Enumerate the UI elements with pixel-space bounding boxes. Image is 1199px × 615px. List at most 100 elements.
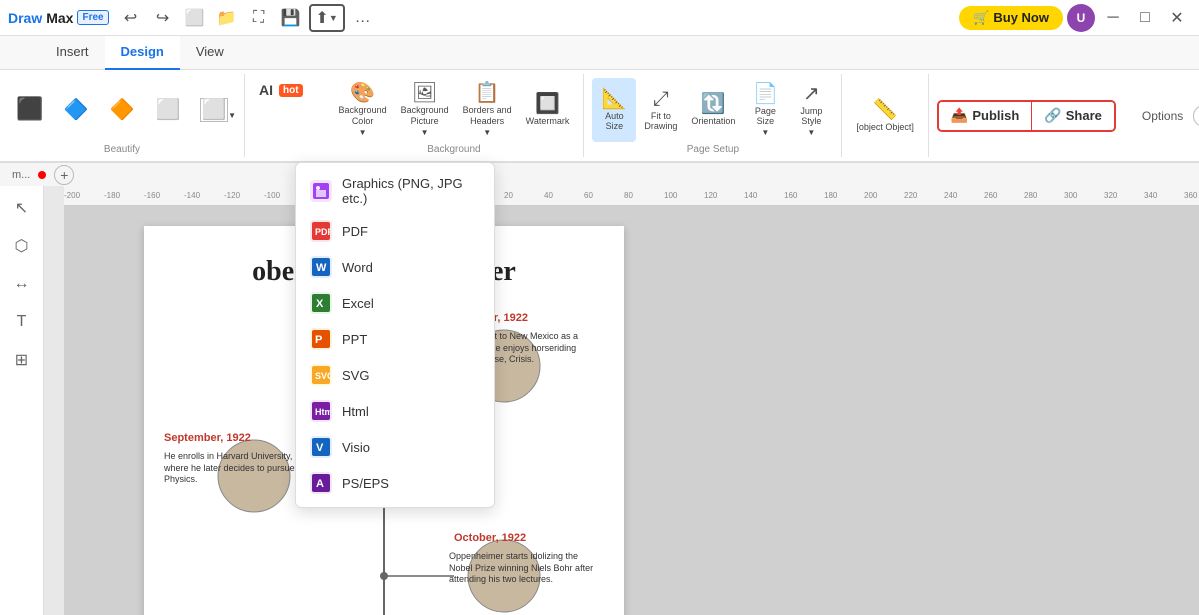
tab-insert[interactable]: Insert	[40, 36, 105, 70]
ribbon: ⬛ 🔷 🔶 ⬜ ⬜ ▼ Beautify AI hot	[0, 70, 1199, 162]
svg-text:PDF: PDF	[315, 227, 330, 237]
file-name: m...	[12, 169, 30, 181]
export-ppt-item[interactable]: P PPT	[296, 321, 494, 357]
open-icon[interactable]: 📁	[213, 4, 241, 32]
export-button[interactable]: ⬆ ▼	[309, 4, 345, 32]
excel-icon: X	[310, 292, 332, 314]
page-size-label: PageSize	[755, 106, 776, 126]
share-button[interactable]: 🔗 Share	[1032, 102, 1114, 130]
unit-icon: 📏	[873, 100, 898, 120]
orientation-label: Orientation	[691, 116, 735, 126]
auto-size-btn[interactable]: 📐 AutoSize	[592, 78, 636, 142]
ruler-num: 360	[1184, 191, 1197, 200]
page-size-dropdown: ▼	[761, 128, 769, 137]
fullscreen-icon[interactable]: ⛶	[245, 4, 273, 32]
ppt-icon: P	[310, 328, 332, 350]
cart-icon: 🛒	[973, 10, 989, 26]
svg-text:A: A	[316, 478, 324, 490]
restore-icon[interactable]: □	[1131, 4, 1159, 32]
share-label: Share	[1066, 108, 1102, 123]
sidebar-text-icon[interactable]: T	[4, 304, 40, 340]
sidebar-connector-icon[interactable]: ↔	[4, 266, 40, 302]
export-graphics-item[interactable]: Graphics (PNG, JPG etc.)	[296, 169, 494, 213]
background-color-btn[interactable]: 🎨 BackgroundColor ▼	[333, 78, 393, 142]
background-picture-icon: 🖼	[412, 83, 437, 103]
ruler-num: 320	[1104, 191, 1117, 200]
export-svg-item[interactable]: SVG SVG	[296, 357, 494, 393]
logo-max: Max	[46, 10, 73, 26]
background-picture-dropdown: ▼	[421, 128, 429, 137]
sidebar-more-icon[interactable]: ⊞	[4, 342, 40, 378]
more-options-icon[interactable]: …	[349, 4, 377, 32]
auto-size-label: AutoSize	[605, 111, 624, 131]
horizontal-ruler: -200 -180 -160 -140 -120 -100 -80 -60 -4…	[64, 186, 1199, 206]
canvas-content[interactable]: obert J. Oppenheimer Summer, 1922 His fi…	[64, 206, 1199, 615]
beautify-btn-3[interactable]: 🔶	[100, 78, 144, 142]
background-picture-btn[interactable]: 🖼 BackgroundPicture ▼	[395, 78, 455, 142]
ai-label: AI	[259, 82, 273, 98]
avatar[interactable]: U	[1067, 4, 1095, 32]
beautify-icon-5: ⬜	[200, 98, 229, 122]
tab-design[interactable]: Design	[105, 36, 180, 70]
hot-badge: hot	[279, 84, 303, 97]
export-word-item[interactable]: W Word	[296, 249, 494, 285]
buy-now-button[interactable]: 🛒 Buy Now	[959, 6, 1063, 30]
publish-button[interactable]: 📤 Publish	[939, 102, 1032, 130]
publish-icon: 📤	[951, 107, 968, 124]
jump-style-label: JumpStyle	[800, 106, 822, 126]
minimize-icon[interactable]: ─	[1099, 4, 1127, 32]
canvas-area: ↖ ⬡ ↔ T ⊞ -200 -180 -160 -140 -120 -100 …	[0, 186, 1199, 615]
unit-btn[interactable]: 📏 [object Object]	[850, 84, 920, 148]
borders-headers-btn[interactable]: 📋 Borders andHeaders ▼	[457, 78, 518, 142]
export-visio-item[interactable]: V Visio	[296, 429, 494, 465]
beautify-btn-4[interactable]: ⬜	[146, 78, 190, 142]
beautify-icon-3: 🔶	[110, 100, 135, 120]
page-size-btn[interactable]: 📄 PageSize ▼	[743, 78, 787, 142]
unit-icons: 📏 [object Object]	[850, 78, 920, 153]
beautify-icons: ⬛ 🔷 🔶 ⬜ ⬜ ▼	[8, 78, 236, 142]
word-icon: W	[310, 256, 332, 278]
sidebar-shape-icon[interactable]: ⬡	[4, 228, 40, 264]
borders-label: Borders andHeaders	[463, 105, 512, 127]
export-excel-item[interactable]: X Excel	[296, 285, 494, 321]
save-icon[interactable]: 💾	[277, 4, 305, 32]
orientation-icon: 🔃	[701, 94, 726, 114]
status-bar: m... +	[0, 162, 1199, 186]
add-page-button[interactable]: +	[54, 165, 74, 185]
tab-home[interactable]	[8, 36, 40, 70]
beautify-btn-1[interactable]: ⬛	[8, 78, 52, 142]
ribbon-section-page-setup: 📐 AutoSize ⤢ Fit toDrawing 🔃 Orientation…	[584, 74, 842, 157]
export-ps-eps-item[interactable]: A PS/EPS	[296, 465, 494, 501]
ruler-num: -160	[144, 191, 160, 200]
beautify-btn-2[interactable]: 🔷	[54, 78, 98, 142]
ruler-num: -140	[184, 191, 200, 200]
orientation-btn[interactable]: 🔃 Orientation	[685, 78, 741, 142]
beautify-icon-1: ⬛	[16, 98, 43, 120]
logo-draw: Draw	[8, 10, 42, 26]
beautify-label: Beautify	[104, 142, 140, 155]
beautify-btn-5[interactable]: ⬜ ▼	[192, 78, 236, 142]
export-pdf-item[interactable]: PDF PDF	[296, 213, 494, 249]
tab-view[interactable]: View	[180, 36, 240, 70]
new-icon[interactable]: ⬜	[181, 4, 209, 32]
publish-share-group: 📤 Publish 🔗 Share	[937, 100, 1116, 132]
svg-text:W: W	[316, 262, 327, 274]
sidebar-cursor-icon[interactable]: ↖	[4, 190, 40, 226]
graphics-icon	[310, 180, 332, 202]
watermark-btn[interactable]: 🔲 Watermark	[520, 78, 576, 142]
ruler-num: 280	[1024, 191, 1037, 200]
background-color-icon: 🎨	[350, 83, 375, 103]
buy-now-label: Buy Now	[993, 10, 1049, 25]
undo-icon[interactable]: ↩	[117, 4, 145, 32]
borders-dropdown: ▼	[483, 128, 491, 137]
jump-style-btn[interactable]: ↗ JumpStyle ▼	[789, 78, 833, 142]
export-html-item[interactable]: Html Html	[296, 393, 494, 429]
options-button[interactable]: Options	[1136, 107, 1189, 125]
ruler-num: 200	[864, 191, 877, 200]
ppt-label: PPT	[342, 332, 367, 347]
redo-icon[interactable]: ↪	[149, 4, 177, 32]
excel-label: Excel	[342, 296, 374, 311]
help-button[interactable]: ?	[1193, 105, 1199, 127]
close-icon[interactable]: ✕	[1163, 4, 1191, 32]
fit-to-drawing-btn[interactable]: ⤢ Fit toDrawing	[638, 78, 683, 142]
